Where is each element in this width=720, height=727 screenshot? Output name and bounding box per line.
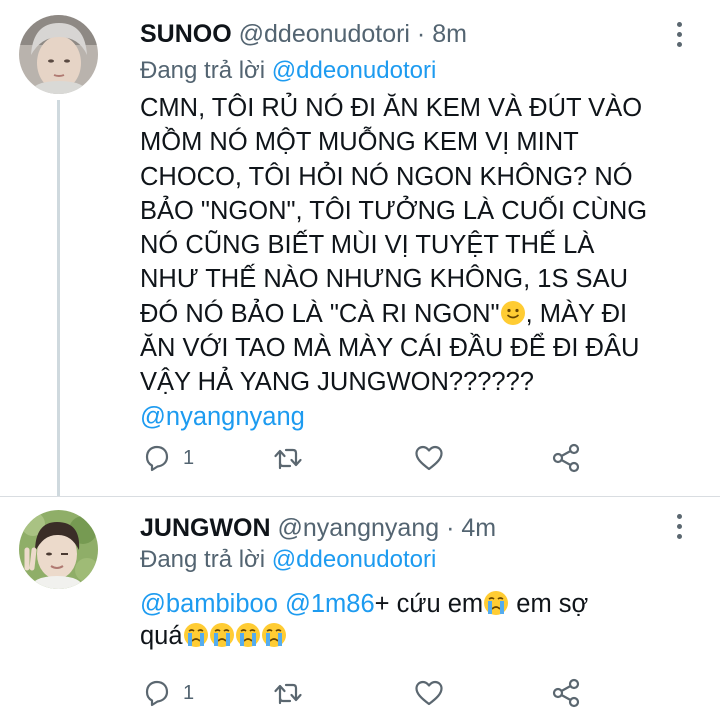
text-line: quá [140,620,700,652]
crying-emoji-icon [235,623,260,647]
retweet-button[interactable] [272,441,304,475]
action-bar: 1 [140,441,700,475]
like-button[interactable] [413,441,445,475]
mention-link[interactable]: @nyangnyang [140,400,700,434]
text-line: MỒM NÓ MỘT MUỖNG KEM VỊ MINT [140,128,579,157]
avatar[interactable] [19,15,98,94]
username[interactable]: @ddeonudotori [239,20,410,48]
replying-to: Đang trả lời @ddeonudotori [140,56,436,86]
reply-icon [145,680,169,707]
text-segment: ĐÓ NÓ BẢO LÀ "CÀ RI NGON" [140,299,500,328]
replying-prefix: Đang trả lời [140,57,266,84]
text-line: BẢO "NGON", TÔI TƯỞNG LÀ CUỐI CÙNG [140,196,648,225]
more-options-icon[interactable] [674,22,684,48]
share-button[interactable] [550,676,582,710]
replying-to-mention[interactable]: @ddeonudotori [272,57,436,84]
text-line: @bambiboo @1m86+ cứu em em sợ [140,588,700,620]
replying-to-mention[interactable]: @ddeonudotori [272,546,436,573]
tweet-header: JUNGWON @nyangnyang · 4m [140,513,496,543]
separator-dot: · [439,514,462,542]
retweet-icon [274,448,302,470]
text-segment: quá [140,622,183,650]
reply-count: 1 [183,446,195,469]
share-button[interactable] [550,441,582,475]
more-options-icon[interactable] [674,514,684,540]
avatar[interactable] [19,510,98,589]
text-segment: + cứu em [374,590,484,618]
crying-emoji-icon [261,623,286,647]
text-line: NÓ CŨNG BIẾT MÙI VỊ TUYỆT THẾ LÀ [140,231,595,260]
text-line: CMN, TÔI RỦ NÓ ĐI ĂN KEM VÀ ĐÚT VÀO [140,94,643,122]
like-icon [415,445,443,471]
share-icon [552,678,580,708]
display-name[interactable]: JUNGWON [140,514,271,542]
reply-count: 1 [183,681,195,704]
tweet-header: SUNOO @ddeonudotori · 8m [140,19,467,49]
tweet-sunoo[interactable]: SUNOO @ddeonudotori · 8m Đang trả lời @d… [0,0,720,497]
retweet-icon [274,683,302,705]
separator-dot: · [409,20,433,48]
replying-prefix: Đang trả lời [140,546,266,573]
like-icon [415,680,443,706]
display-name[interactable]: SUNOO [140,20,232,48]
timestamp[interactable]: 8m [432,20,467,48]
crying-emoji-icon [183,623,208,647]
tweet-jungwon[interactable]: JUNGWON @nyangnyang · 4m Đang trả lời @d… [0,497,720,727]
tweet-text: CMN, TÔI RỦ NÓ ĐI ĂN KEM VÀ ĐÚT VÀO MỒM … [140,91,700,434]
tweet-text: @bambiboo @1m86+ cứu em em sợ quá [140,588,700,652]
crying-emoji-icon [209,623,234,647]
mention-link[interactable]: @bambiboo [140,590,278,618]
retweet-button[interactable] [272,676,304,710]
crying-emoji-icon [484,591,509,615]
mention-link[interactable]: @1m86 [285,590,375,618]
text-segment: , MÀY ĐI [525,299,628,328]
action-bar: 1 [140,676,700,710]
username[interactable]: @nyangnyang [278,514,440,542]
text-line: ĂN VỚI TAO MÀ MÀY CÁI ĐẦU ĐỂ ĐI ĐÂU [140,334,640,363]
text-segment: em sợ [509,590,589,618]
timestamp[interactable]: 4m [461,514,496,542]
text-line: NHƯ THẾ NÀO NHƯNG KHÔNG, 1S SAU [140,265,628,294]
text-line: CHOCO, TÔI HỎI NÓ NGON KHÔNG? NÓ [140,162,633,191]
text-line: VẬY HẢ YANG JUNGWON?????? [140,368,534,397]
text-line: ĐÓ NÓ BẢO LÀ "CÀ RI NGON" , MÀY ĐI [140,297,700,331]
reply-button[interactable]: 1 [141,676,194,710]
reply-icon [145,445,169,472]
share-icon [552,443,580,473]
replying-to: Đang trả lời @ddeonudotori [140,545,436,575]
reply-button[interactable]: 1 [141,441,194,475]
like-button[interactable] [413,676,445,710]
thread-line [57,100,60,497]
smile-emoji-icon [500,300,525,325]
